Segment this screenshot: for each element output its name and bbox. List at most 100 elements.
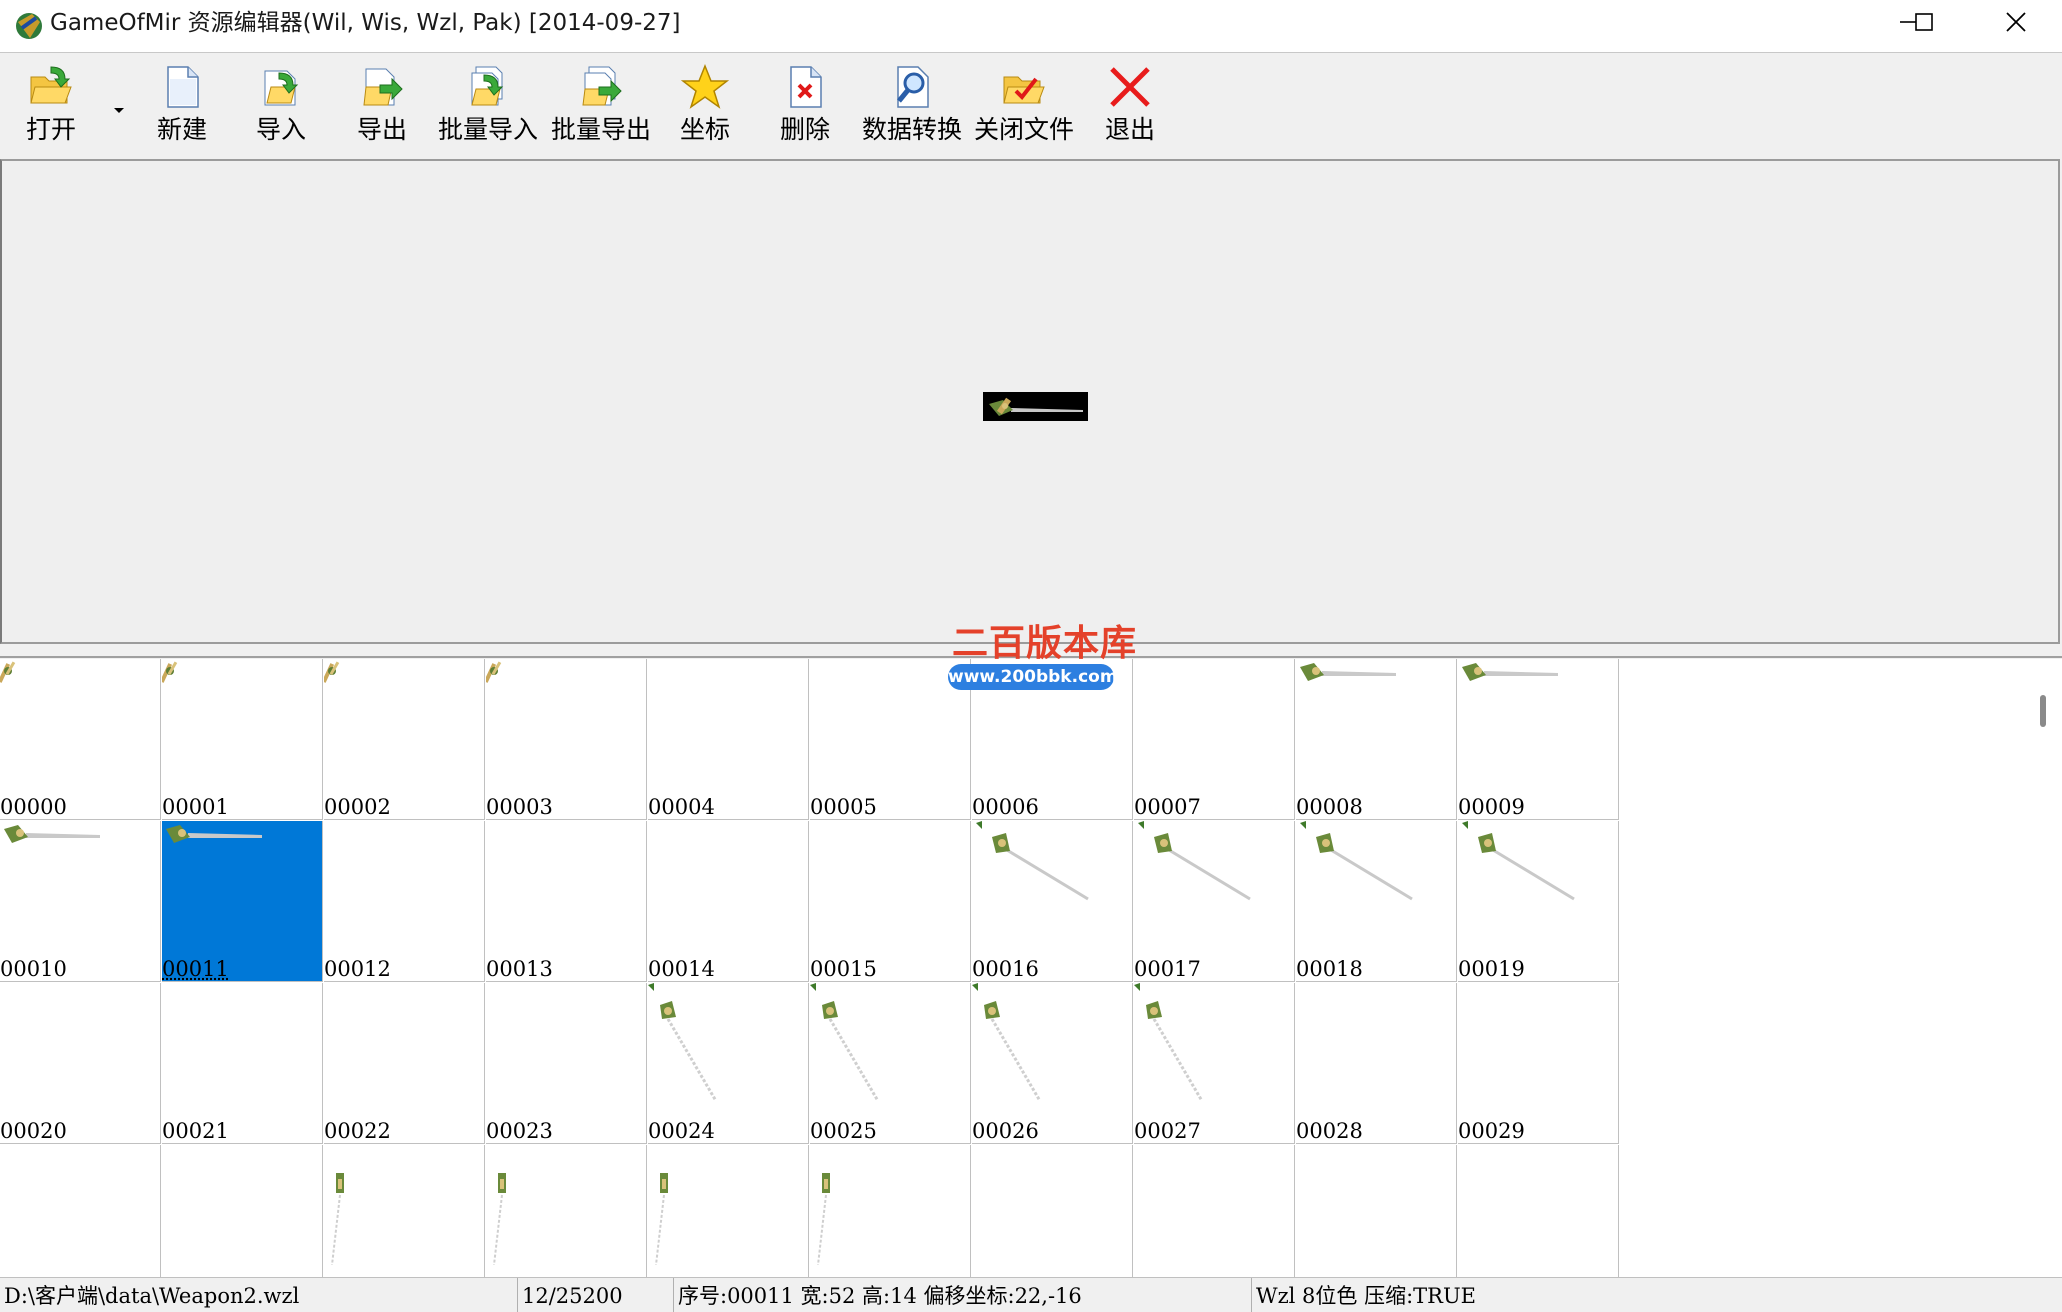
thumbnail-cell[interactable]: 00010 (0, 821, 161, 982)
exit-label: 退出 (1105, 115, 1156, 144)
scroll-thumb[interactable] (2040, 695, 2046, 727)
close-icon (2006, 12, 2026, 32)
chevron-down-icon[interactable] (110, 101, 128, 119)
open-folder-icon (30, 66, 72, 104)
thumbnail-cell[interactable]: 00014 (648, 821, 809, 982)
thumbnail-cell[interactable]: 00005 (810, 659, 971, 820)
maximize-button[interactable] (1878, 0, 1970, 44)
new-button[interactable]: 新建 (157, 63, 207, 155)
thumbnail-cell[interactable]: 00026 (972, 983, 1133, 1144)
thumbnail-cell[interactable]: 00013 (486, 821, 647, 982)
thumbnail-cell[interactable]: 00018 (1296, 821, 1457, 982)
thumbnail-index-label: 00024 (648, 1119, 715, 1143)
thumbnail-cell[interactable]: 00021 (162, 983, 323, 1144)
thumbnail-cell[interactable]: 00025 (810, 983, 971, 1144)
preview-sprite-image (983, 392, 1088, 421)
open-button[interactable]: 打开 (26, 63, 76, 155)
status-format: Wzl 8位色 压缩:TRUE (1256, 1284, 1476, 1308)
thumbnail-index-label: 00028 (1296, 1119, 1363, 1143)
thumbnail-cell[interactable] (324, 1145, 485, 1277)
thumbnail-cell[interactable] (1134, 1145, 1295, 1277)
thumbnail-index-label: 00001 (162, 795, 229, 819)
delete-button[interactable]: 删除 (780, 63, 830, 155)
import-button[interactable]: 导入 (256, 63, 306, 155)
thumbnail-cell[interactable]: 00008 (1296, 659, 1457, 820)
thumbnail-cell[interactable] (648, 1145, 809, 1277)
thumbnail-index-label: 00029 (1458, 1119, 1525, 1143)
thumbnail-cell[interactable]: 00000 (0, 659, 161, 820)
coords-button[interactable]: 坐标 (680, 63, 730, 155)
thumbnail-cell[interactable]: 00012 (324, 821, 485, 982)
thumbnail-cell[interactable]: 00004 (648, 659, 809, 820)
thumbnail-cell[interactable] (972, 1145, 1133, 1277)
exit-button[interactable]: 退出 (1105, 63, 1155, 155)
thumbnail-index-label: 00016 (972, 957, 1039, 981)
exit-x-icon (1110, 67, 1150, 107)
preview-pane (0, 159, 2060, 644)
thumbnail-cell[interactable]: 00022 (324, 983, 485, 1144)
thumbnail-cell[interactable] (1296, 1145, 1457, 1277)
thumbnail-cell[interactable]: 00027 (1134, 983, 1295, 1144)
grid-scrollbar[interactable] (2030, 659, 2062, 1277)
thumbnail-index-label: 00019 (1458, 957, 1525, 981)
thumbnail-cell[interactable] (810, 1145, 971, 1277)
thumbnail-cell[interactable]: 00028 (1296, 983, 1457, 1144)
thumbnail-cell[interactable]: 00007 (1134, 659, 1295, 820)
thumbnail-index-label: 00017 (1134, 957, 1201, 981)
status-image-info: 序号:00011 宽:52 高:14 偏移坐标:22,-16 (674, 1278, 1252, 1312)
sprite-thumbnail-horizontal (1300, 663, 1396, 681)
status-bar: D:\客户端\data\Weapon2.wzl 12/25200 序号:0001… (0, 1277, 2062, 1312)
thumbnail-cell[interactable]: 00003 (486, 659, 647, 820)
thumbnail-cell[interactable]: 00024 (648, 983, 809, 1144)
convert-label: 数据转换 (862, 115, 963, 144)
export-button[interactable]: 导出 (357, 63, 407, 155)
thumbnail-cell[interactable]: 00019 (1458, 821, 1619, 982)
thumbnail-cell[interactable]: 00016 (972, 821, 1133, 982)
thumbnail-cell[interactable]: 00002 (324, 659, 485, 820)
magnifier-document-icon (897, 66, 929, 108)
thumbnail-grid[interactable]: 00000 00001 00002 00003 00004 00005 00006 00007… (0, 659, 2030, 1277)
thumbnail-cell[interactable]: 00015 (810, 821, 971, 982)
batch-import-label: 批量导入 (438, 115, 539, 144)
window-title: GameOfMir 资源编辑器(Wil, Wis, Wzl, Pak) [201… (50, 10, 681, 36)
thumbnail-cell[interactable]: 00011 (162, 821, 323, 982)
thumbnail-index-label: 00010 (0, 957, 67, 981)
thumbnail-cell[interactable]: 00029 (1458, 983, 1619, 1144)
thumbnail-cell[interactable] (0, 1145, 161, 1277)
convert-button[interactable]: 数据转换 (862, 63, 962, 155)
batch-import-icon (471, 66, 504, 106)
new-label: 新建 (157, 115, 208, 144)
title-bar: GameOfMir 资源编辑器(Wil, Wis, Wzl, Pak) [201… (0, 0, 2062, 53)
sprite-thumbnail-small (0, 661, 16, 683)
new-file-icon (167, 66, 199, 108)
thumbnail-cell[interactable] (162, 1145, 323, 1277)
import-icon (264, 70, 299, 106)
maximize-icon (1915, 13, 1933, 31)
thumbnail-index-label: 00008 (1296, 795, 1363, 819)
sprite-thumbnail-steep (1134, 983, 1204, 1102)
thumbnail-cell[interactable]: 00009 (1458, 659, 1619, 820)
thumbnail-cell[interactable]: 00001 (162, 659, 323, 820)
thumbnail-cell[interactable]: 00017 (1134, 821, 1295, 982)
thumbnail-cell[interactable] (1458, 1145, 1619, 1277)
sprite-thumbnail-steep (972, 983, 1042, 1102)
watermark-title: 二百版本库 (952, 623, 1138, 664)
thumbnail-cell[interactable]: 00023 (486, 983, 647, 1144)
close-window-button[interactable] (1970, 0, 2062, 44)
thumbnail-index-label: 00025 (810, 1119, 877, 1143)
delete-file-icon (790, 66, 822, 108)
sprite-thumbnail-horizontal (166, 825, 262, 843)
thumbnail-cell[interactable] (486, 1145, 647, 1277)
batch-export-button[interactable]: 批量导出 (551, 63, 651, 155)
thumbnail-index-label: 00018 (1296, 957, 1363, 981)
batch-import-button[interactable]: 批量导入 (438, 63, 538, 155)
thumbnail-index-label: 00006 (972, 795, 1039, 819)
sprite-thumbnail-vertical (493, 1173, 506, 1265)
watermark-url: www.200bbk.com (948, 664, 1118, 690)
close-file-button[interactable]: 关闭文件 (974, 63, 1074, 155)
thumbnail-index-label: 00026 (972, 1119, 1039, 1143)
sprite-thumbnail-diagonal (1300, 821, 1413, 901)
export-label: 导出 (357, 115, 408, 144)
thumbnail-index-label: 00021 (162, 1119, 229, 1143)
thumbnail-cell[interactable]: 00020 (0, 983, 161, 1144)
